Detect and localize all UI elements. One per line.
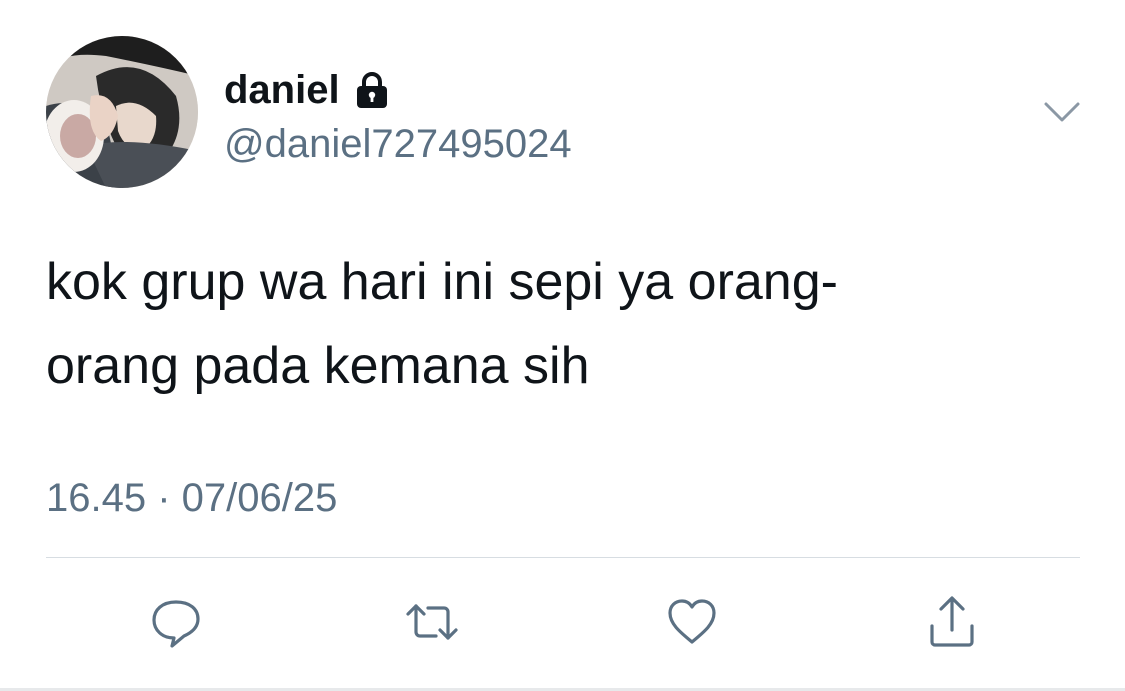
- share-upload-icon: [930, 596, 974, 647]
- reply-button[interactable]: [146, 592, 206, 652]
- avatar-image: [46, 36, 198, 188]
- divider: [46, 557, 1080, 558]
- speech-bubble-icon: [152, 600, 200, 648]
- lock-icon: [352, 70, 392, 110]
- tweet-text: kok grup wa hari ini sepi ya orang- oran…: [46, 240, 1046, 408]
- retweet-button[interactable]: [402, 592, 462, 652]
- heart-icon: [668, 599, 716, 644]
- chevron-down-icon[interactable]: [1040, 94, 1084, 134]
- display-name[interactable]: daniel: [224, 70, 340, 110]
- tweet-timestamp[interactable]: 16.45 · 07/06/25: [46, 472, 337, 524]
- avatar[interactable]: [46, 36, 198, 188]
- tweet-text-line: orang pada kemana sih: [46, 337, 590, 395]
- share-button[interactable]: [922, 592, 982, 652]
- retweet-arrows-icon: [406, 604, 458, 640]
- like-button[interactable]: [662, 592, 722, 652]
- tweet-text-line: kok grup wa hari ini sepi ya orang-: [46, 253, 838, 311]
- action-bar: [0, 592, 1125, 652]
- author-handle[interactable]: @daniel727495024: [224, 118, 572, 170]
- author-name-row: daniel: [224, 64, 392, 116]
